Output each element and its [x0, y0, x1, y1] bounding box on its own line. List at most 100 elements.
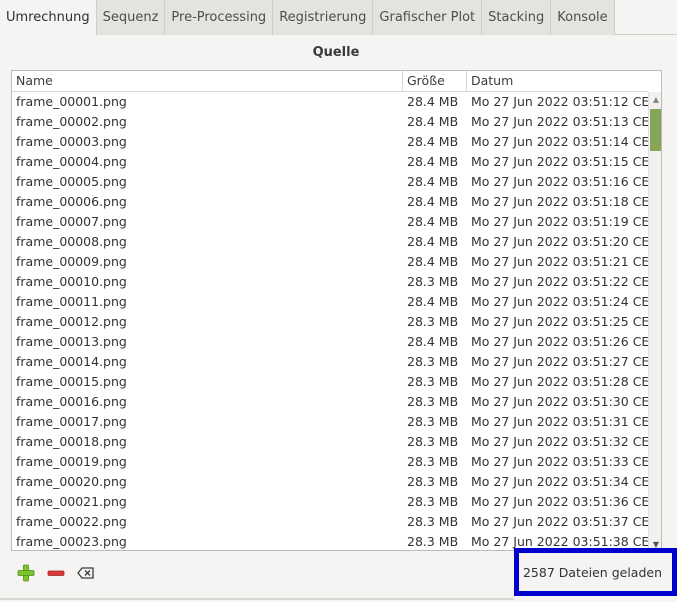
table-row[interactable]: frame_00020.png 28.3 MB Mo 27 Jun 2022 03:…	[12, 472, 648, 492]
cell-size: 28.4 MB	[407, 154, 459, 169]
cell-name: frame_00021.png	[16, 494, 127, 509]
column-header-name[interactable]: Name	[12, 71, 403, 91]
cell-name: frame_00007.png	[16, 214, 127, 229]
clear-backspace-icon	[77, 567, 94, 579]
clear-list-button[interactable]	[76, 564, 96, 582]
file-table: Name Größe Datum frame_00001.png 28.4 MB M…	[11, 70, 662, 551]
tab-pre-processing[interactable]: Pre-Processing	[165, 0, 274, 35]
cell-name: frame_00023.png	[16, 534, 127, 549]
scrollbar-thumb[interactable]	[650, 109, 661, 151]
table-row[interactable]: frame_00012.png 28.3 MB Mo 27 Jun 2022 03:…	[12, 312, 648, 332]
cell-name: frame_00005.png	[16, 174, 127, 189]
tab-grafischer-plot[interactable]: Grafischer Plot	[373, 0, 483, 35]
cell-name: frame_00015.png	[16, 374, 127, 389]
cell-size: 28.3 MB	[407, 534, 459, 549]
cell-date: Mo 27 Jun 2022 03:51:22 CEST	[471, 274, 648, 289]
table-row[interactable]: frame_00014.png 28.3 MB Mo 27 Jun 2022 03:…	[12, 352, 648, 372]
cell-date: Mo 27 Jun 2022 03:51:30 CEST	[471, 394, 648, 409]
status-files-loaded: 2587 Dateien geladen	[514, 548, 677, 596]
remove-files-button[interactable]	[46, 564, 66, 582]
table-row[interactable]: frame_00013.png 28.4 MB Mo 27 Jun 2022 03:…	[12, 332, 648, 352]
table-row[interactable]: frame_00019.png 28.3 MB Mo 27 Jun 2022 03:…	[12, 452, 648, 472]
table-body: frame_00001.png 28.4 MB Mo 27 Jun 2022 03:…	[12, 92, 648, 550]
cell-size: 28.4 MB	[407, 234, 459, 249]
cell-name: frame_00019.png	[16, 454, 127, 469]
cell-name: frame_00014.png	[16, 354, 127, 369]
tab-registrierung[interactable]: Registrierung	[273, 0, 374, 35]
cell-name: frame_00010.png	[16, 274, 127, 289]
cell-name: frame_00003.png	[16, 134, 127, 149]
cell-size: 28.3 MB	[407, 314, 459, 329]
table-row[interactable]: frame_00003.png 28.4 MB Mo 27 Jun 2022 03:…	[12, 132, 648, 152]
cell-date: Mo 27 Jun 2022 03:51:13 CEST	[471, 114, 648, 129]
vertical-scrollbar[interactable]: ▲ ▼	[648, 92, 661, 550]
table-row[interactable]: frame_00017.png 28.3 MB Mo 27 Jun 2022 03:…	[12, 412, 648, 432]
column-header-date[interactable]: Datum	[467, 71, 648, 91]
cell-size: 28.3 MB	[407, 474, 459, 489]
cell-date: Mo 27 Jun 2022 03:51:28 CEST	[471, 374, 648, 389]
add-files-button[interactable]	[16, 564, 36, 582]
cell-name: frame_00008.png	[16, 234, 127, 249]
minus-icon	[47, 570, 65, 576]
cell-size: 28.3 MB	[407, 274, 459, 289]
table-row[interactable]: frame_00004.png 28.4 MB Mo 27 Jun 2022 03:…	[12, 152, 648, 172]
table-row[interactable]: frame_00002.png 28.4 MB Mo 27 Jun 2022 03:…	[12, 112, 648, 132]
cell-name: frame_00011.png	[16, 294, 127, 309]
table-row[interactable]: frame_00016.png 28.3 MB Mo 27 Jun 2022 03:…	[12, 392, 648, 412]
cell-size: 28.4 MB	[407, 194, 459, 209]
cell-date: Mo 27 Jun 2022 03:51:31 CEST	[471, 414, 648, 429]
table-row[interactable]: frame_00010.png 28.3 MB Mo 27 Jun 2022 03:…	[12, 272, 648, 292]
cell-name: frame_00016.png	[16, 394, 127, 409]
table-row[interactable]: frame_00006.png 28.4 MB Mo 27 Jun 2022 03:…	[12, 192, 648, 212]
cell-name: frame_00001.png	[16, 94, 127, 109]
cell-size: 28.4 MB	[407, 94, 459, 109]
cell-size: 28.4 MB	[407, 114, 459, 129]
table-row[interactable]: frame_00015.png 28.3 MB Mo 27 Jun 2022 03:…	[12, 372, 648, 392]
bottom-divider	[0, 598, 514, 600]
cell-name: frame_00012.png	[16, 314, 127, 329]
table-row[interactable]: frame_00005.png 28.4 MB Mo 27 Jun 2022 03:…	[12, 172, 648, 192]
scroll-up-arrow-icon[interactable]: ▲	[649, 92, 661, 106]
cell-size: 28.4 MB	[407, 334, 459, 349]
cell-name: frame_00006.png	[16, 194, 127, 209]
tab-sequenz[interactable]: Sequenz	[96, 0, 166, 35]
cell-name: frame_00020.png	[16, 474, 127, 489]
cell-date: Mo 27 Jun 2022 03:51:14 CEST	[471, 134, 648, 149]
cell-size: 28.4 MB	[407, 174, 459, 189]
cell-name: frame_00022.png	[16, 514, 127, 529]
cell-date: Mo 27 Jun 2022 03:51:33 CEST	[471, 454, 648, 469]
table-row[interactable]: frame_00018.png 28.3 MB Mo 27 Jun 2022 03:…	[12, 432, 648, 452]
section-title: Quelle	[312, 45, 360, 60]
cell-date: Mo 27 Jun 2022 03:51:36 CEST	[471, 494, 648, 509]
cell-date: Mo 27 Jun 2022 03:51:32 CEST	[471, 434, 648, 449]
table-header: Name Größe Datum	[12, 71, 648, 92]
column-header-size[interactable]: Größe	[403, 71, 467, 91]
table-row[interactable]: frame_00007.png 28.4 MB Mo 27 Jun 2022 03:…	[12, 212, 648, 232]
tab-stacking[interactable]: Stacking	[482, 0, 552, 35]
cell-date: Mo 27 Jun 2022 03:51:37 CEST	[471, 514, 648, 529]
table-row[interactable]: frame_00001.png 28.4 MB Mo 27 Jun 2022 03:…	[12, 92, 648, 112]
cell-date: Mo 27 Jun 2022 03:51:27 CEST	[471, 354, 648, 369]
cell-name: frame_00013.png	[16, 334, 127, 349]
cell-date: Mo 27 Jun 2022 03:51:19 CEST	[471, 214, 648, 229]
cell-name: frame_00009.png	[16, 254, 127, 269]
cell-size: 28.3 MB	[407, 374, 459, 389]
cell-date: Mo 27 Jun 2022 03:51:20 CEST	[471, 234, 648, 249]
tab-konsole[interactable]: Konsole	[551, 0, 615, 35]
cell-size: 28.3 MB	[407, 354, 459, 369]
cell-size: 28.4 MB	[407, 254, 459, 269]
cell-date: Mo 27 Jun 2022 03:51:15 CEST	[471, 154, 648, 169]
table-row[interactable]: frame_00021.png 28.3 MB Mo 27 Jun 2022 03:…	[12, 492, 648, 512]
table-row[interactable]: frame_00009.png 28.4 MB Mo 27 Jun 2022 03:…	[12, 252, 648, 272]
cell-name: frame_00017.png	[16, 414, 127, 429]
table-row[interactable]: frame_00008.png 28.4 MB Mo 27 Jun 2022 03:…	[12, 232, 648, 252]
cell-size: 28.4 MB	[407, 214, 459, 229]
tab-umrechnung[interactable]: Umrechnung	[0, 0, 97, 36]
cell-date: Mo 27 Jun 2022 03:51:18 CEST	[471, 194, 648, 209]
table-row[interactable]: frame_00022.png 28.3 MB Mo 27 Jun 2022 03:…	[12, 512, 648, 532]
tab-bar-filler	[614, 0, 677, 34]
table-row[interactable]: frame_00011.png 28.4 MB Mo 27 Jun 2022 03:…	[12, 292, 648, 312]
cell-name: frame_00018.png	[16, 434, 127, 449]
cell-name: frame_00004.png	[16, 154, 127, 169]
cell-date: Mo 27 Jun 2022 03:51:21 CEST	[471, 254, 648, 269]
